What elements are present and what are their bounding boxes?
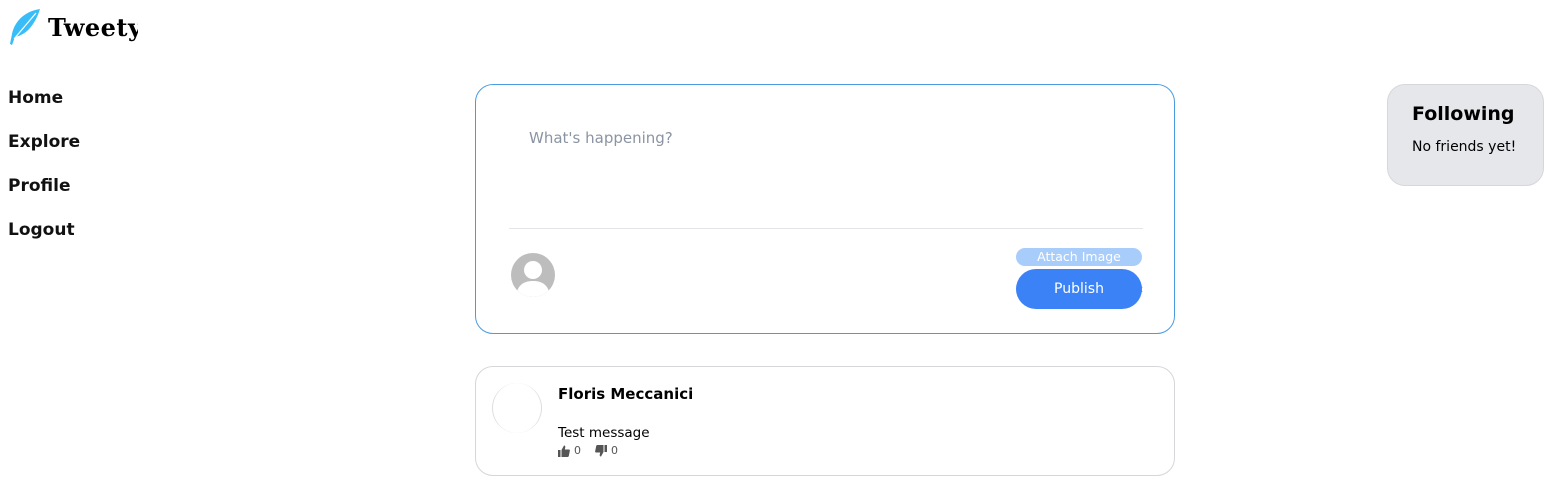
following-panel: Following No friends yet!	[1387, 84, 1544, 186]
attach-image-button[interactable]: Attach Image	[1016, 248, 1142, 266]
following-title: Following	[1412, 103, 1515, 125]
tweet-actions: 0 0	[558, 444, 632, 457]
tweet-card: Floris Meccanici Test message 0 0	[475, 366, 1175, 476]
app-logo[interactable]: Tweety	[6, 8, 138, 46]
divider	[509, 228, 1143, 229]
thumbs-up-icon	[558, 445, 570, 457]
thumbs-down-icon	[595, 444, 607, 456]
nav-item-home[interactable]: Home	[8, 86, 80, 130]
user-placeholder-icon	[516, 261, 550, 297]
like-button[interactable]: 0	[558, 444, 581, 457]
tweet-author[interactable]: Floris Meccanici	[558, 385, 693, 403]
nav-item-profile[interactable]: Profile	[8, 174, 80, 218]
sidebar-nav: Home Explore Profile Logout	[8, 86, 80, 262]
publish-button[interactable]: Publish	[1016, 269, 1142, 309]
tweet-avatar[interactable]	[492, 383, 542, 433]
compose-box: Attach Image Publish	[475, 84, 1175, 334]
app-name: Tweety	[48, 12, 138, 42]
nav-item-explore[interactable]: Explore	[8, 130, 80, 174]
dislike-count: 0	[611, 444, 618, 457]
feather-icon	[10, 9, 40, 45]
like-count: 0	[574, 444, 581, 457]
avatar	[511, 253, 555, 297]
nav-item-logout[interactable]: Logout	[8, 218, 80, 262]
tweet-text: Test message	[558, 425, 650, 441]
dislike-button[interactable]: 0	[595, 444, 618, 457]
following-empty-text: No friends yet!	[1412, 139, 1517, 155]
